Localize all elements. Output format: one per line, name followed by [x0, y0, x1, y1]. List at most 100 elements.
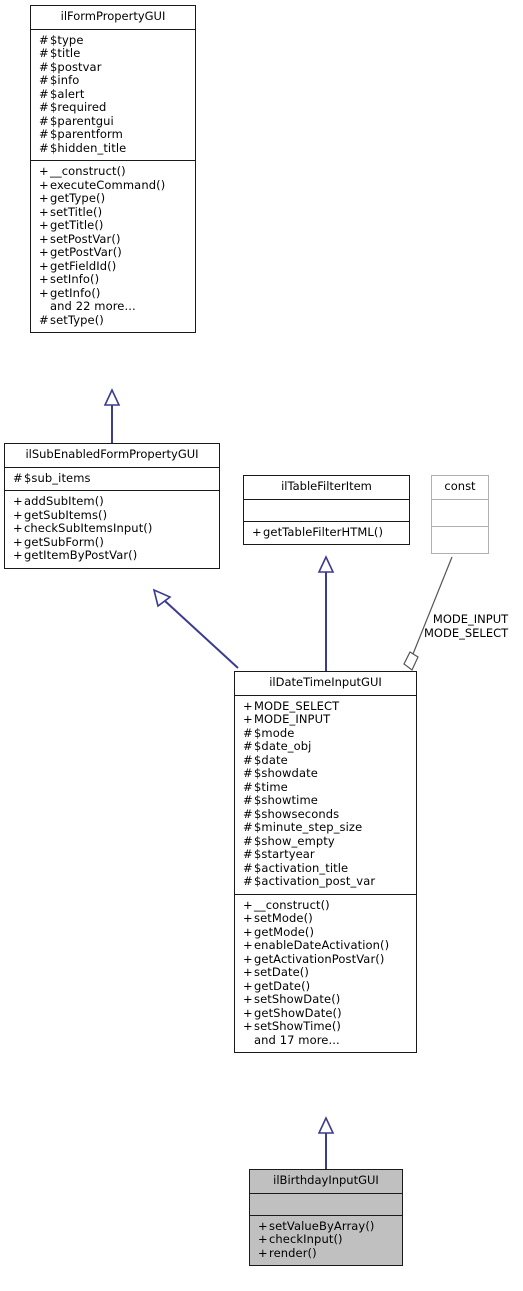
class-methods-ildatetimeinputgui: +__construct() +setMode() +getMode() +en… — [235, 895, 416, 1053]
class-box-iltablefilteritem[interactable]: ilTableFilterItem +getTableFilterHTML() — [243, 475, 410, 545]
attribute-row: #$parentgui — [37, 115, 189, 129]
attribute-name: $hidden_title — [50, 140, 127, 155]
class-box-ilformpropertygui[interactable]: ilFormPropertyGUI #$type #$title #$postv… — [30, 5, 196, 333]
method-name: addSubItem() — [24, 494, 104, 508]
visibility-marker: # — [39, 312, 49, 327]
method-row: +getActivationPostVar() — [241, 953, 410, 967]
method-row: +checkSubItemsInput() — [11, 522, 213, 536]
method-row: +setValueByArray() — [256, 1220, 396, 1234]
visibility-marker: + — [243, 698, 253, 713]
class-title-ildatetimeinputgui: ilDateTimeInputGUI — [235, 672, 416, 696]
class-box-ildatetimeinputgui[interactable]: ilDateTimeInputGUI +MODE_SELECT +MODE_IN… — [234, 671, 417, 1053]
aggregation-diamond — [403, 651, 419, 671]
method-more-row: and 17 more... — [241, 1034, 410, 1048]
visibility-marker: # — [243, 833, 253, 848]
attribute-row: #$mode — [241, 727, 410, 741]
visibility-marker: + — [13, 534, 23, 549]
class-box-const[interactable]: const — [431, 475, 489, 554]
method-name: checkInput() — [269, 1232, 343, 1246]
method-name: setInfo() — [50, 272, 100, 286]
attribute-name: MODE_SELECT — [254, 698, 340, 713]
method-row: +setMode() — [241, 912, 410, 926]
class-attributes-iltablefilteritem — [244, 500, 409, 522]
method-row: +setDate() — [241, 966, 410, 980]
attribute-name: $activation_title — [254, 860, 349, 875]
visibility-marker: # — [243, 806, 253, 821]
visibility-marker: # — [39, 140, 49, 155]
class-title-iltablefilteritem: ilTableFilterItem — [244, 476, 409, 500]
attribute-name: $showseconds — [254, 806, 340, 821]
visibility-marker: + — [39, 272, 49, 286]
method-name: enableDateActivation() — [254, 938, 390, 952]
method-row: +render() — [256, 1247, 396, 1261]
visibility-marker: + — [243, 992, 253, 1006]
attribute-name: $showdate — [254, 766, 318, 780]
method-name: getActivationPostVar() — [254, 951, 385, 966]
attribute-row: +MODE_SELECT — [241, 700, 410, 714]
class-methods-ilsubenabledformpropertygui: + addSubItem() +getSubItems() +checkSubIt… — [5, 491, 219, 568]
method-row: +enableDateActivation() — [241, 939, 410, 953]
method-row: +__construct() — [37, 165, 189, 179]
inheritance-arrowhead-subenabled — [152, 588, 172, 608]
attribute-name: $date — [254, 752, 288, 767]
attribute-name: $title — [50, 46, 81, 60]
class-methods-ilbirthdayinputgui: +setValueByArray() +checkInput() +render… — [250, 1216, 402, 1266]
attribute-row: #$activation_post_var — [241, 875, 410, 889]
class-attributes-const — [432, 500, 488, 527]
class-attributes-ilformpropertygui: #$type #$title #$postvar #$info #$alert … — [31, 30, 195, 161]
visibility-marker: # — [243, 779, 253, 794]
attribute-row: #$activation_title — [241, 862, 410, 876]
method-row: +setTitle() — [37, 206, 189, 220]
visibility-marker: + — [243, 938, 253, 952]
attribute-name: $sub_items — [24, 470, 91, 485]
visibility-marker: + — [258, 1245, 268, 1260]
visibility-marker: + — [39, 218, 49, 232]
method-row: +getSubItems() — [11, 509, 213, 523]
attribute-name: $parentgui — [50, 113, 114, 128]
attribute-row: #$sub_items — [11, 472, 213, 486]
attribute-name: $info — [50, 73, 80, 87]
edge-label-const-aggregation: MODE_INPUT MODE_SELECT — [424, 612, 508, 641]
attribute-row: #$showdate — [241, 767, 410, 781]
method-row: +getFieldId() — [37, 260, 189, 274]
method-name: getShowDate() — [254, 1005, 342, 1020]
class-box-ilbirthdayinputgui[interactable]: ilBirthdayInputGUI +setValueByArray() +c… — [249, 1169, 403, 1266]
edge-label-line-2: MODE_SELECT — [424, 626, 509, 641]
attribute-row: #$startyear — [241, 848, 410, 862]
visibility-marker: + — [258, 1232, 268, 1246]
method-name: render() — [269, 1245, 317, 1260]
attribute-row: #$info — [37, 74, 189, 88]
visibility-marker: # — [39, 59, 49, 74]
attribute-row: #$show_empty — [241, 835, 410, 849]
method-row: +getSubForm() — [11, 536, 213, 550]
attribute-name: $startyear — [254, 847, 315, 861]
method-name: setType() — [50, 312, 104, 327]
method-row: +getTableFilterHTML() — [250, 526, 403, 540]
method-name: setPostVar() — [50, 231, 121, 246]
visibility-marker: + — [39, 258, 49, 273]
method-name: setValueByArray() — [269, 1218, 375, 1233]
class-title-const: const — [432, 476, 488, 500]
visibility-marker: # — [39, 113, 49, 128]
attribute-row: #$parentform — [37, 128, 189, 142]
visibility-marker: # — [243, 725, 253, 740]
class-box-ilsubenabledformpropertygui[interactable]: ilSubEnabledFormPropertyGUI #$sub_items … — [4, 443, 220, 569]
method-name: executeCommand() — [50, 177, 166, 192]
class-attributes-ilsubenabledformpropertygui: #$sub_items — [5, 468, 219, 491]
method-name: __construct() — [254, 897, 330, 912]
class-methods-const — [432, 527, 488, 553]
visibility-marker: + — [13, 548, 23, 562]
attribute-row: #$showtime — [241, 794, 410, 808]
visibility-marker: + — [243, 978, 253, 993]
method-row: +executeCommand() — [37, 179, 189, 193]
visibility-marker: # — [39, 32, 49, 47]
visibility-marker: # — [243, 860, 253, 875]
visibility-marker: + — [243, 951, 253, 966]
class-attributes-ildatetimeinputgui: +MODE_SELECT +MODE_INPUT #$mode #$date_o… — [235, 696, 416, 895]
attribute-name: $date_obj — [254, 739, 312, 753]
method-name: getTitle() — [50, 218, 104, 232]
uml-class-diagram-canvas: ilFormPropertyGUI #$type #$title #$postv… — [0, 0, 523, 1291]
method-name: getSubForm() — [24, 534, 104, 549]
method-row: +getTitle() — [37, 219, 189, 233]
visibility-marker: + — [243, 1005, 253, 1020]
